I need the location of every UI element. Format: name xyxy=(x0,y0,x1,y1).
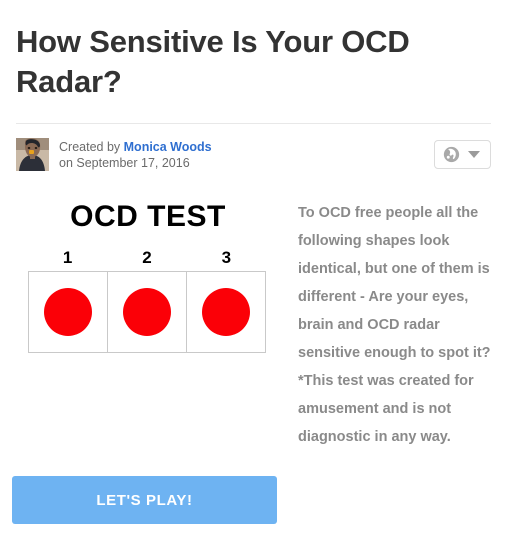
quiz-intro-page: How Sensitive Is Your OCD Radar? Created… xyxy=(0,0,507,548)
avatar-photo xyxy=(16,138,49,172)
shape-cell-2 xyxy=(108,272,187,353)
chevron-down-icon xyxy=(468,151,480,159)
created-by-label: Created by xyxy=(59,139,121,154)
shape-cells-row xyxy=(28,271,266,354)
red-circle-shape-2 xyxy=(123,288,171,337)
cta-container: LET'S PLAY! xyxy=(12,476,277,524)
shape-cell-1 xyxy=(29,272,108,353)
author-date-line: on September 17, 2016 xyxy=(59,155,212,171)
privacy-selector[interactable] xyxy=(434,140,491,170)
created-date: September 17, 2016 xyxy=(76,155,190,170)
shape-number-2: 2 xyxy=(142,248,152,268)
author-credit-line: Created by Monica Woods xyxy=(59,139,212,155)
lets-play-button[interactable]: LET'S PLAY! xyxy=(12,476,277,524)
author-name-link[interactable]: Monica Woods xyxy=(124,140,212,154)
globe-icon xyxy=(443,147,460,163)
author-meta: Created by Monica Woods on September 17,… xyxy=(59,139,212,171)
shape-cell-3 xyxy=(187,272,265,352)
red-circle-shape-1 xyxy=(44,288,92,337)
quiz-description: To OCD free people all the following sha… xyxy=(298,205,491,446)
figure-title: OCD TEST xyxy=(70,200,226,234)
author-row: Created by Monica Woods on September 17,… xyxy=(16,124,491,176)
red-circle-shape-3 xyxy=(202,288,250,337)
avatar[interactable] xyxy=(16,138,49,172)
page-title: How Sensitive Is Your OCD Radar? xyxy=(16,24,410,99)
content-area: OCD TEST 1 2 3 To OCD free people all th… xyxy=(16,176,491,451)
date-prefix: on xyxy=(59,155,73,170)
shape-number-3: 3 xyxy=(221,248,232,268)
ocd-test-figure: OCD TEST 1 2 3 xyxy=(16,196,280,354)
shape-number-1: 1 xyxy=(62,248,73,268)
figure-number-row: 1 2 3 xyxy=(28,249,266,271)
